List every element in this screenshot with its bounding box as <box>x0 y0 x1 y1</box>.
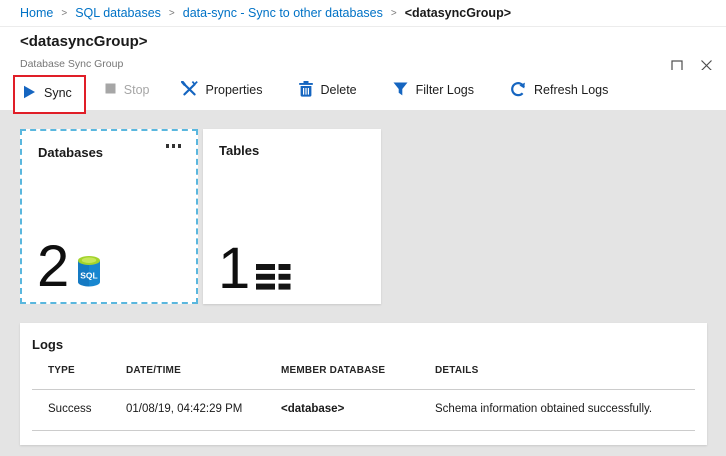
tables-tile[interactable]: Tables 1 <box>203 129 381 304</box>
properties-button[interactable]: Properties <box>169 76 275 104</box>
refresh-logs-button-label: Refresh Logs <box>534 83 608 97</box>
logs-table: TYPE DATE/TIME MEMBER DATABASE DETAILS S… <box>48 365 695 431</box>
log-member-database-cell: <database> <box>281 390 435 430</box>
breadcrumb-current: <datasyncGroup> <box>405 6 511 20</box>
databases-tile[interactable]: Databases 2 SQL <box>20 129 198 304</box>
refresh-logs-button[interactable]: Refresh Logs <box>498 76 620 104</box>
sync-button-label: Sync <box>44 86 72 100</box>
page-title: <datasyncGroup> <box>20 33 706 50</box>
stop-button-label: Stop <box>124 83 150 97</box>
play-icon <box>23 85 36 102</box>
table-icon <box>256 264 291 290</box>
log-details-cell: Schema information obtained successfully… <box>435 390 695 430</box>
delete-button-label: Delete <box>321 83 357 97</box>
tiles-row: Databases 2 SQL Tables 1 <box>20 129 726 304</box>
filter-logs-button[interactable]: Filter Logs <box>381 76 486 104</box>
page-header: <datasyncGroup> Database Sync Group <box>0 27 726 70</box>
page-subtitle: Database Sync Group <box>20 58 706 70</box>
databases-count: 2 <box>37 244 67 289</box>
filter-logs-button-label: Filter Logs <box>416 83 474 97</box>
stop-button[interactable]: Stop <box>93 76 162 104</box>
svg-text:SQL: SQL <box>81 271 98 281</box>
refresh-icon <box>510 81 526 100</box>
ellipsis-icon[interactable] <box>163 141 185 151</box>
table-divider <box>32 430 695 431</box>
tools-icon <box>181 81 198 100</box>
tables-tile-value-row: 1 <box>218 246 291 291</box>
filter-icon <box>393 82 408 99</box>
delete-button[interactable]: Delete <box>287 76 369 104</box>
tables-tile-label: Tables <box>219 143 365 158</box>
chevron-right-icon: > <box>169 8 175 19</box>
stop-icon <box>105 83 116 97</box>
column-header-details: DETAILS <box>435 365 695 389</box>
chevron-right-icon: > <box>391 8 397 19</box>
sql-database-icon: SQL <box>75 255 103 288</box>
databases-tile-value-row: 2 SQL <box>37 244 103 289</box>
tables-count: 1 <box>218 246 248 291</box>
breadcrumb-home[interactable]: Home <box>20 6 53 20</box>
breadcrumb-data-sync[interactable]: data-sync - Sync to other databases <box>183 6 383 20</box>
column-header-type: TYPE <box>48 365 126 389</box>
log-datetime-cell: 01/08/19, 04:42:29 PM <box>126 390 281 430</box>
content-area: Databases 2 SQL Tables 1 <box>0 107 726 456</box>
chevron-right-icon: > <box>61 8 67 19</box>
command-bar: Sync Stop Properties <box>0 70 726 110</box>
breadcrumb-sql-databases[interactable]: SQL databases <box>75 6 161 20</box>
column-header-datetime: DATE/TIME <box>126 365 281 389</box>
properties-button-label: Properties <box>206 83 263 97</box>
logs-table-header: TYPE DATE/TIME MEMBER DATABASE DETAILS <box>48 365 695 389</box>
trash-icon <box>299 81 313 100</box>
column-header-member-database: MEMBER DATABASE <box>281 365 435 389</box>
breadcrumb: Home > SQL databases > data-sync - Sync … <box>0 0 726 27</box>
table-row[interactable]: Success 01/08/19, 04:42:29 PM <database>… <box>48 390 695 430</box>
log-type-cell: Success <box>48 390 126 430</box>
logs-title: Logs <box>32 337 697 352</box>
sync-button[interactable]: Sync <box>23 85 72 102</box>
sync-highlight-box: Sync <box>13 75 86 114</box>
logs-card: Logs TYPE DATE/TIME MEMBER DATABASE DETA… <box>20 323 707 445</box>
databases-tile-label: Databases <box>38 145 180 160</box>
